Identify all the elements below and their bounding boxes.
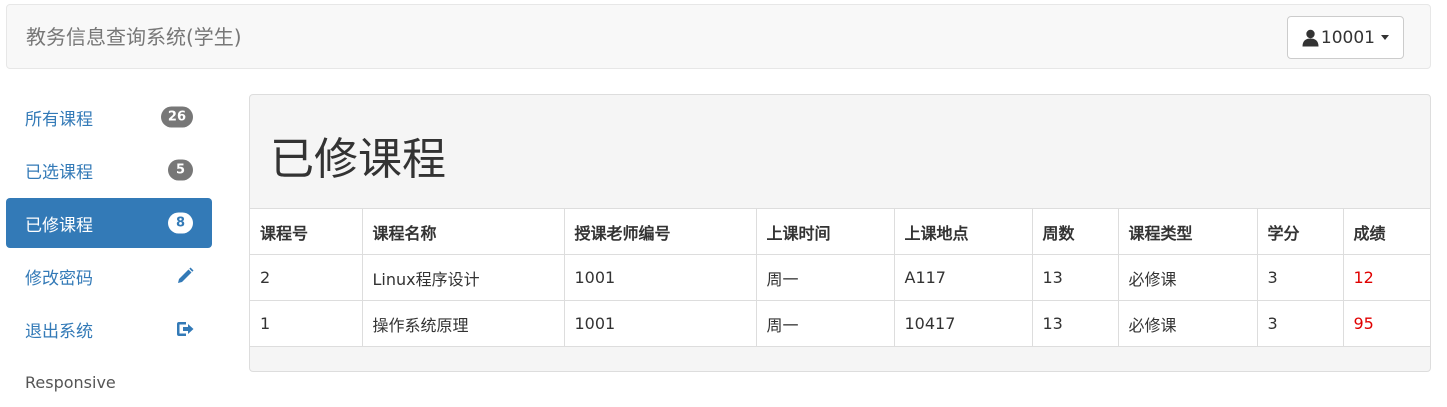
sidebar-item-all-courses[interactable]: 所有课程 26 <box>6 92 212 142</box>
sidebar-item-label: 已选课程 <box>25 162 93 183</box>
logout-icon <box>177 322 194 336</box>
table-row: 1 操作系统原理 1001 周一 10417 13 必修课 3 95 <box>250 300 1430 347</box>
completed-courses-panel: 已修课程 课程号 课程名称 授课老师编号 上课时间 上课地点 周数 课程类型 学… <box>249 94 1431 372</box>
sidebar-item-label: 退出系统 <box>25 321 93 342</box>
user-menu-button[interactable]: 10001 <box>1286 16 1404 59</box>
table-cell: A117 <box>893 254 1033 301</box>
pencil-icon <box>178 267 194 283</box>
table-cell: Linux程序设计 <box>361 254 565 301</box>
sidebar-footer-text: Responsive <box>25 372 116 392</box>
sidebar-item-change-password[interactable]: 修改密码 <box>6 251 212 301</box>
app-title[interactable]: 教务信息查询系统(学生) <box>26 24 242 50</box>
column-header: 课程类型 <box>1117 208 1258 255</box>
table-cell: 1001 <box>563 300 757 347</box>
user-icon <box>1302 29 1319 46</box>
column-header: 课程名称 <box>361 208 565 255</box>
sidebar-item-selected-courses[interactable]: 已选课程 5 <box>6 145 212 195</box>
table-header-row: 课程号 课程名称 授课老师编号 上课时间 上课地点 周数 课程类型 学分 成绩 <box>250 208 1430 255</box>
table-cell: 3 <box>1256 300 1344 347</box>
table-cell: 13 <box>1031 300 1119 347</box>
table-cell: 3 <box>1256 254 1344 301</box>
sidebar-item-completed-courses[interactable]: 已修课程 8 <box>6 198 212 248</box>
column-header: 学分 <box>1256 208 1344 255</box>
column-header: 上课时间 <box>755 208 895 255</box>
table-cell: 2 <box>250 254 363 301</box>
table-cell: 13 <box>1031 254 1119 301</box>
table-row: 2 Linux程序设计 1001 周一 A117 13 必修课 3 12 <box>250 254 1430 301</box>
top-navbar: 教务信息查询系统(学生) 10001 <box>6 4 1431 69</box>
column-header: 周数 <box>1031 208 1119 255</box>
column-header: 课程号 <box>250 208 363 255</box>
count-badge: 8 <box>168 212 193 234</box>
table-cell: 周一 <box>755 300 895 347</box>
table-cell: 周一 <box>755 254 895 301</box>
table-cell: 1 <box>250 300 363 347</box>
page-title: 已修课程 <box>270 134 446 185</box>
table-cell: 必修课 <box>1117 300 1258 347</box>
user-id-label: 10001 <box>1320 27 1375 48</box>
sidebar-item-logout[interactable]: 退出系统 <box>6 304 212 354</box>
table-cell: 操作系统原理 <box>361 300 565 347</box>
score-cell: 95 <box>1342 300 1430 347</box>
caret-down-icon <box>1381 35 1389 40</box>
column-header: 授课老师编号 <box>563 208 757 255</box>
column-header: 成绩 <box>1342 208 1430 255</box>
sidebar-item-label: 已修课程 <box>25 215 93 236</box>
column-header: 上课地点 <box>893 208 1033 255</box>
table-cell: 必修课 <box>1117 254 1258 301</box>
count-badge: 5 <box>168 159 193 181</box>
table-cell: 10417 <box>893 300 1033 347</box>
table-cell: 1001 <box>563 254 757 301</box>
score-cell: 12 <box>1342 254 1430 301</box>
count-badge: 26 <box>160 106 193 128</box>
courses-table: 课程号 课程名称 授课老师编号 上课时间 上课地点 周数 课程类型 学分 成绩 … <box>250 208 1430 347</box>
sidebar-item-label: 修改密码 <box>25 268 93 289</box>
sidebar-nav: 所有课程 26 已选课程 5 已修课程 8 修改密码 退出系统 Responsi… <box>6 92 212 407</box>
sidebar-item-label: 所有课程 <box>25 109 93 130</box>
